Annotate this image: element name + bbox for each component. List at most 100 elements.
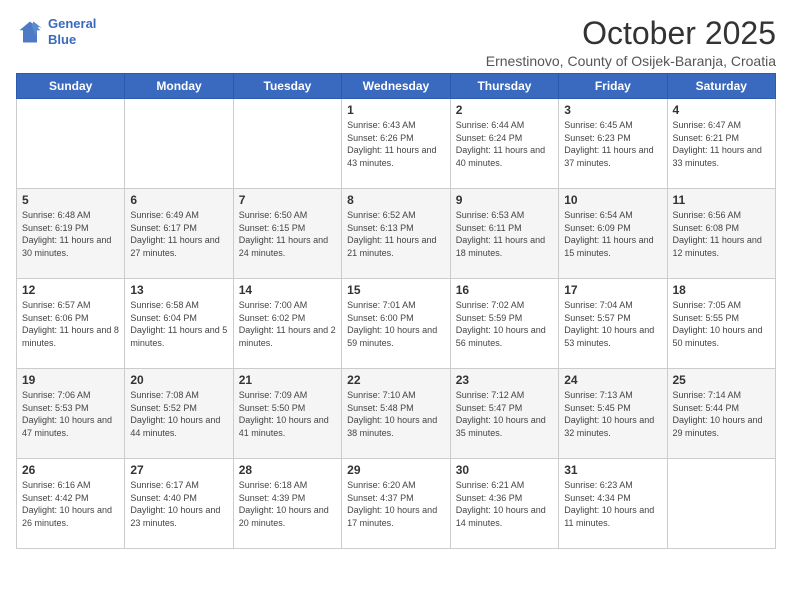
weekday-header-cell: Friday — [559, 74, 667, 99]
day-number: 22 — [347, 373, 445, 387]
day-info: Sunrise: 6:49 AMSunset: 6:17 PMDaylight:… — [130, 209, 227, 259]
day-number: 30 — [456, 463, 553, 477]
calendar-day-cell: 25 Sunrise: 7:14 AMSunset: 5:44 PMDayligh… — [667, 369, 776, 459]
calendar-week-row: 5Sunrise: 6:48 AMSunset: 6:19 PMDaylight… — [17, 189, 776, 279]
title-block: October 2025 Ernestinovo, County of Osij… — [486, 16, 776, 69]
day-info: Sunrise: 6:58 AMSunset: 6:04 PMDaylight:… — [130, 299, 227, 349]
page-header: General Blue October 2025 Ernestinovo, C… — [16, 16, 776, 69]
location-title: Ernestinovo, County of Osijek-Baranja, C… — [486, 53, 776, 69]
weekday-header-cell: Thursday — [450, 74, 558, 99]
day-number: 20 — [130, 373, 227, 387]
day-info: Sunrise: 7:01 AMSunset: 6:00 PMDaylight:… — [347, 299, 445, 349]
weekday-header-cell: Saturday — [667, 74, 776, 99]
calendar-day-cell: 17Sunrise: 7:04 AMSunset: 5:57 PMDayligh… — [559, 279, 667, 369]
day-number: 29 — [347, 463, 445, 477]
day-info: Sunrise: 6:53 AMSunset: 6:11 PMDaylight:… — [456, 209, 553, 259]
calendar-day-cell: 31 Sunrise: 6:23 AMSunset: 4:34 PMDayligh… — [559, 459, 667, 549]
calendar-day-cell: 24 Sunrise: 7:13 AMSunset: 5:45 PMDayligh… — [559, 369, 667, 459]
calendar-day-cell: 8 Sunrise: 6:52 AMSunset: 6:13 PMDaylight… — [342, 189, 451, 279]
day-number: 3 — [564, 103, 661, 117]
day-number: 23 — [456, 373, 553, 387]
weekday-header-cell: Wednesday — [342, 74, 451, 99]
day-info: Sunrise: 6:52 AMSunset: 6:13 PMDaylight:… — [347, 209, 445, 259]
calendar-week-row: 26 Sunrise: 6:16 AMSunset: 4:42 PMDayligh… — [17, 459, 776, 549]
day-info: Sunrise: 6:17 AMSunset: 4:40 PMDaylight:… — [130, 479, 227, 529]
calendar-day-cell: 22 Sunrise: 7:10 AMSunset: 5:48 PMDayligh… — [342, 369, 451, 459]
day-number: 17 — [564, 283, 661, 297]
weekday-header-cell: Tuesday — [233, 74, 341, 99]
day-number: 11 — [673, 193, 771, 207]
calendar-day-cell: 11 Sunrise: 6:56 AMSunset: 6:08 PMDayligh… — [667, 189, 776, 279]
calendar-day-cell: 30 Sunrise: 6:21 AMSunset: 4:36 PMDayligh… — [450, 459, 558, 549]
calendar-day-cell: 21 Sunrise: 7:09 AMSunset: 5:50 PMDayligh… — [233, 369, 341, 459]
calendar-week-row: 1Sunrise: 6:43 AMSunset: 6:26 PMDaylight… — [17, 99, 776, 189]
calendar-day-cell: 12 Sunrise: 6:57 AMSunset: 6:06 PMDayligh… — [17, 279, 125, 369]
day-info: Sunrise: 7:00 AMSunset: 6:02 PMDaylight:… — [239, 299, 336, 349]
day-number: 2 — [456, 103, 553, 117]
day-number: 31 — [564, 463, 661, 477]
day-info: Sunrise: 7:09 AMSunset: 5:50 PMDaylight:… — [239, 389, 336, 439]
day-info: Sunrise: 7:06 AMSunset: 5:53 PMDaylight:… — [22, 389, 119, 439]
calendar-day-cell: 16Sunrise: 7:02 AMSunset: 5:59 PMDayligh… — [450, 279, 558, 369]
calendar-day-cell: 10Sunrise: 6:54 AMSunset: 6:09 PMDayligh… — [559, 189, 667, 279]
calendar-day-cell: 1Sunrise: 6:43 AMSunset: 6:26 PMDaylight… — [342, 99, 451, 189]
day-info: Sunrise: 6:47 AMSunset: 6:21 PMDaylight:… — [673, 119, 771, 169]
day-number: 27 — [130, 463, 227, 477]
calendar-day-cell: 20Sunrise: 7:08 AMSunset: 5:52 PMDayligh… — [125, 369, 233, 459]
logo-icon — [16, 18, 44, 46]
day-info: Sunrise: 7:14 AMSunset: 5:44 PMDaylight:… — [673, 389, 771, 439]
calendar-day-cell — [667, 459, 776, 549]
calendar-day-cell: 15 Sunrise: 7:01 AMSunset: 6:00 PMDayligh… — [342, 279, 451, 369]
calendar-day-cell: 19Sunrise: 7:06 AMSunset: 5:53 PMDayligh… — [17, 369, 125, 459]
calendar-day-cell: 3 Sunrise: 6:45 AMSunset: 6:23 PMDaylight… — [559, 99, 667, 189]
calendar-day-cell: 14 Sunrise: 7:00 AMSunset: 6:02 PMDayligh… — [233, 279, 341, 369]
calendar-day-cell: 6 Sunrise: 6:49 AMSunset: 6:17 PMDaylight… — [125, 189, 233, 279]
calendar-body: 1Sunrise: 6:43 AMSunset: 6:26 PMDaylight… — [17, 99, 776, 549]
day-number: 14 — [239, 283, 336, 297]
day-number: 8 — [347, 193, 445, 207]
day-number: 21 — [239, 373, 336, 387]
day-number: 28 — [239, 463, 336, 477]
calendar-week-row: 12 Sunrise: 6:57 AMSunset: 6:06 PMDayligh… — [17, 279, 776, 369]
day-number: 5 — [22, 193, 119, 207]
logo: General Blue — [16, 16, 96, 47]
day-info: Sunrise: 6:23 AMSunset: 4:34 PMDaylight:… — [564, 479, 661, 529]
day-number: 25 — [673, 373, 771, 387]
calendar-day-cell: 7 Sunrise: 6:50 AMSunset: 6:15 PMDaylight… — [233, 189, 341, 279]
day-number: 26 — [22, 463, 119, 477]
day-number: 4 — [673, 103, 771, 117]
day-number: 10 — [564, 193, 661, 207]
weekday-header-cell: Sunday — [17, 74, 125, 99]
day-number: 12 — [22, 283, 119, 297]
day-info: Sunrise: 6:57 AMSunset: 6:06 PMDaylight:… — [22, 299, 119, 349]
day-number: 15 — [347, 283, 445, 297]
month-title: October 2025 — [486, 16, 776, 51]
weekday-header-row: SundayMondayTuesdayWednesdayThursdayFrid… — [17, 74, 776, 99]
day-info: Sunrise: 7:05 AMSunset: 5:55 PMDaylight:… — [673, 299, 771, 349]
day-info: Sunrise: 6:18 AMSunset: 4:39 PMDaylight:… — [239, 479, 336, 529]
day-info: Sunrise: 6:44 AMSunset: 6:24 PMDaylight:… — [456, 119, 553, 169]
day-info: Sunrise: 6:16 AMSunset: 4:42 PMDaylight:… — [22, 479, 119, 529]
day-info: Sunrise: 7:13 AMSunset: 5:45 PMDaylight:… — [564, 389, 661, 439]
day-info: Sunrise: 7:12 AMSunset: 5:47 PMDaylight:… — [456, 389, 553, 439]
calendar-day-cell: 18Sunrise: 7:05 AMSunset: 5:55 PMDayligh… — [667, 279, 776, 369]
day-number: 24 — [564, 373, 661, 387]
calendar-day-cell — [17, 99, 125, 189]
calendar-day-cell: 29Sunrise: 6:20 AMSunset: 4:37 PMDayligh… — [342, 459, 451, 549]
calendar-day-cell — [125, 99, 233, 189]
calendar-day-cell: 23 Sunrise: 7:12 AMSunset: 5:47 PMDayligh… — [450, 369, 558, 459]
day-number: 6 — [130, 193, 227, 207]
calendar-day-cell: 13 Sunrise: 6:58 AMSunset: 6:04 PMDayligh… — [125, 279, 233, 369]
calendar-day-cell: 26 Sunrise: 6:16 AMSunset: 4:42 PMDayligh… — [17, 459, 125, 549]
calendar-day-cell: 2 Sunrise: 6:44 AMSunset: 6:24 PMDaylight… — [450, 99, 558, 189]
day-number: 9 — [456, 193, 553, 207]
day-number: 13 — [130, 283, 227, 297]
day-number: 7 — [239, 193, 336, 207]
calendar-day-cell: 28 Sunrise: 6:18 AMSunset: 4:39 PMDayligh… — [233, 459, 341, 549]
day-info: Sunrise: 6:21 AMSunset: 4:36 PMDaylight:… — [456, 479, 553, 529]
day-info: Sunrise: 6:45 AMSunset: 6:23 PMDaylight:… — [564, 119, 661, 169]
calendar-day-cell: 5Sunrise: 6:48 AMSunset: 6:19 PMDaylight… — [17, 189, 125, 279]
day-info: Sunrise: 7:10 AMSunset: 5:48 PMDaylight:… — [347, 389, 445, 439]
day-info: Sunrise: 6:50 AMSunset: 6:15 PMDaylight:… — [239, 209, 336, 259]
day-info: Sunrise: 6:56 AMSunset: 6:08 PMDaylight:… — [673, 209, 771, 259]
